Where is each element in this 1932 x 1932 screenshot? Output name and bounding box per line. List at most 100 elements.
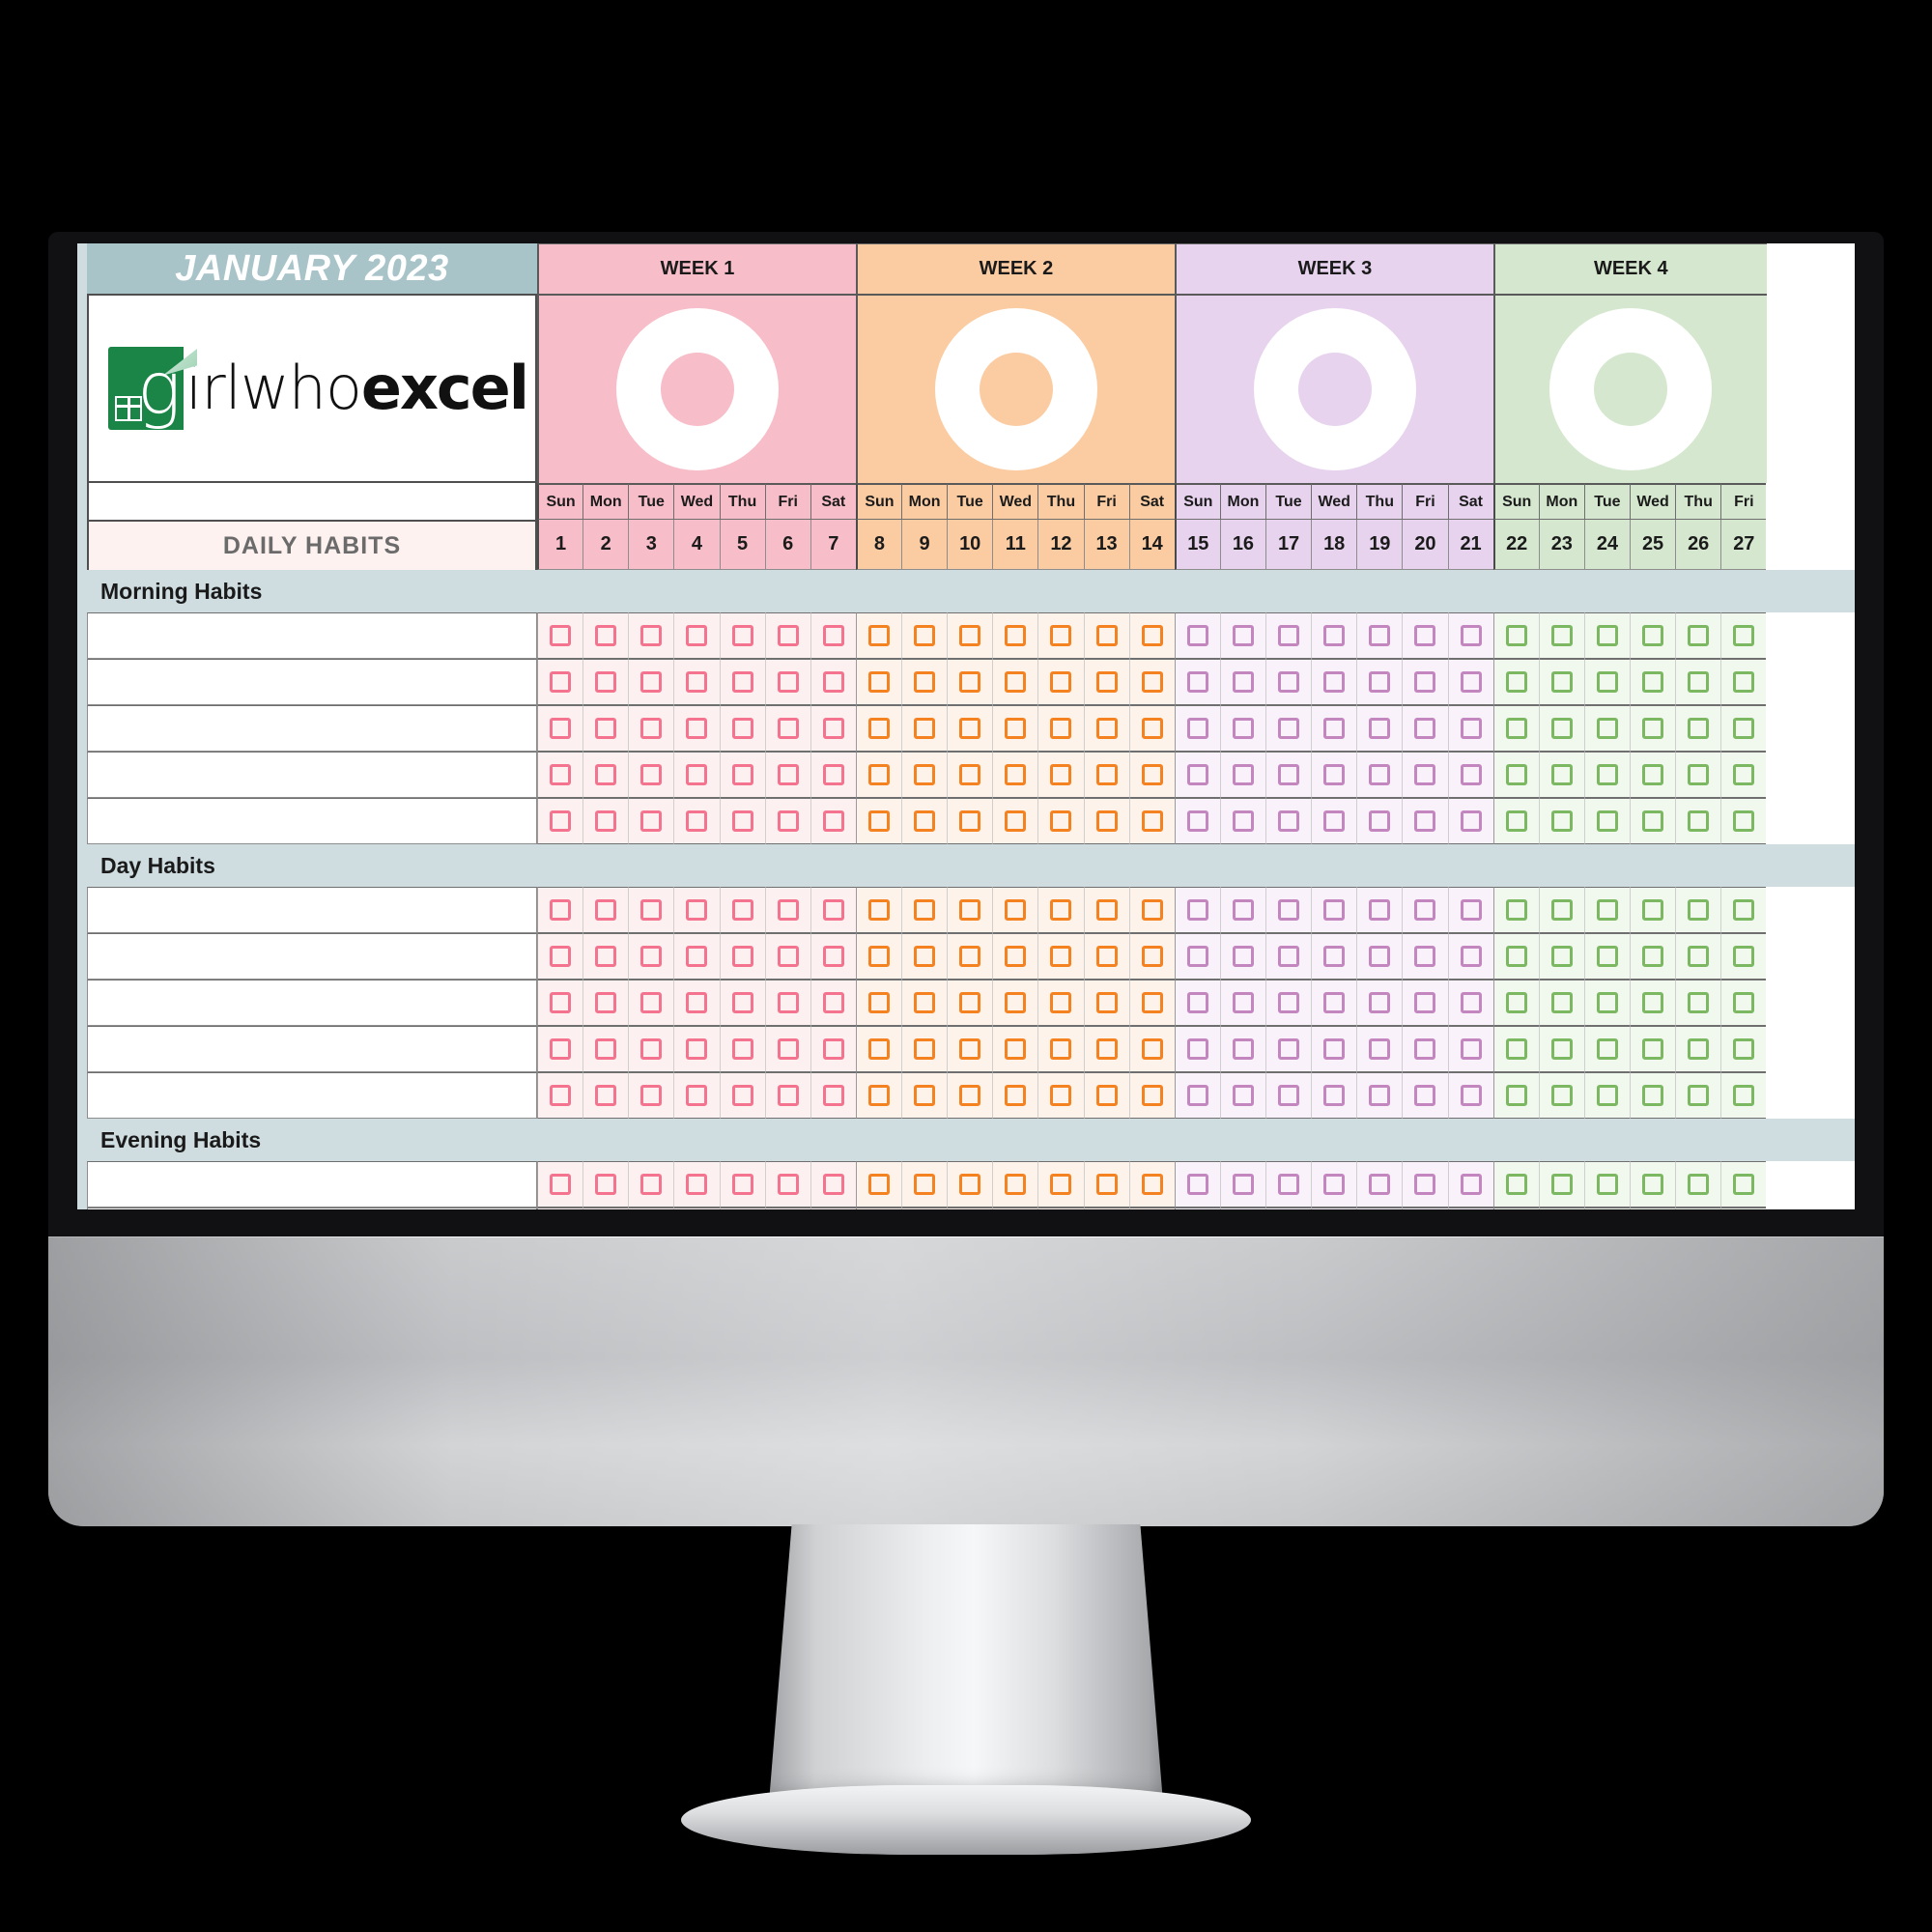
habit-checkbox[interactable] <box>595 1174 617 1195</box>
habit-checkbox[interactable] <box>595 1038 617 1060</box>
habit-checkbox-cell[interactable] <box>1538 752 1584 798</box>
habit-checkbox-cell[interactable] <box>1037 612 1084 659</box>
habit-checkbox-cell[interactable] <box>1630 798 1676 844</box>
habit-checkbox[interactable] <box>1596 718 1618 739</box>
habit-name-input[interactable] <box>87 659 537 705</box>
habit-checkbox-cell[interactable] <box>1128 798 1175 844</box>
habit-checkbox[interactable] <box>1323 1038 1346 1060</box>
habit-checkbox-cell[interactable] <box>1174 933 1220 980</box>
habit-checkbox-cell[interactable] <box>1356 933 1403 980</box>
habit-checkbox[interactable] <box>1141 764 1163 785</box>
habit-checkbox[interactable] <box>1414 1174 1436 1195</box>
habit-checkbox[interactable] <box>686 1174 708 1195</box>
habit-checkbox-cell[interactable] <box>1583 980 1630 1026</box>
habit-checkbox-cell[interactable] <box>1492 1161 1539 1208</box>
habit-checkbox-cell[interactable] <box>810 705 856 752</box>
habit-checkbox-cell[interactable] <box>1174 1072 1220 1119</box>
habit-checkbox[interactable] <box>595 1085 617 1106</box>
habit-checkbox-cell[interactable] <box>1720 1161 1767 1208</box>
habit-checkbox[interactable] <box>1186 810 1208 832</box>
habit-checkbox[interactable] <box>1050 946 1072 967</box>
habit-checkbox[interactable] <box>1733 1174 1755 1195</box>
habit-checkbox-cell[interactable] <box>1219 887 1265 933</box>
habit-checkbox-cell[interactable] <box>1128 1072 1175 1119</box>
habit-checkbox[interactable] <box>1688 1085 1710 1106</box>
habit-checkbox-cell[interactable] <box>719 612 765 659</box>
habit-checkbox-cell[interactable] <box>673 1072 720 1119</box>
habit-checkbox[interactable] <box>1596 946 1618 967</box>
habit-checkbox[interactable] <box>914 625 936 646</box>
habit-checkbox[interactable] <box>822 810 844 832</box>
habit-checkbox-cell[interactable] <box>1675 1208 1721 1209</box>
habit-checkbox-cell[interactable] <box>764 887 810 933</box>
habit-checkbox[interactable] <box>959 1085 981 1106</box>
habit-checkbox[interactable] <box>777 992 799 1013</box>
habit-checkbox[interactable] <box>1550 1038 1573 1060</box>
habit-checkbox-cell[interactable] <box>582 798 629 844</box>
habit-checkbox-cell[interactable] <box>855 887 901 933</box>
habit-checkbox[interactable] <box>914 992 936 1013</box>
habit-checkbox-cell[interactable] <box>1583 1026 1630 1072</box>
habit-checkbox[interactable] <box>1596 810 1618 832</box>
habit-checkbox-cell[interactable] <box>1492 798 1539 844</box>
habit-checkbox-cell[interactable] <box>582 1026 629 1072</box>
habit-checkbox[interactable] <box>686 718 708 739</box>
habit-checkbox[interactable] <box>1369 625 1391 646</box>
habit-checkbox-cell[interactable] <box>1675 980 1721 1026</box>
habit-checkbox-cell[interactable] <box>1402 887 1448 933</box>
habit-checkbox[interactable] <box>914 946 936 967</box>
habit-checkbox[interactable] <box>867 810 890 832</box>
habit-checkbox-cell[interactable] <box>1174 612 1220 659</box>
habit-checkbox[interactable] <box>1278 1174 1300 1195</box>
habit-checkbox-cell[interactable] <box>537 1161 583 1208</box>
habit-checkbox-cell[interactable] <box>1037 1026 1084 1072</box>
habit-checkbox[interactable] <box>731 810 753 832</box>
habit-checkbox-cell[interactable] <box>810 752 856 798</box>
habit-checkbox-cell[interactable] <box>1219 798 1265 844</box>
habit-checkbox-cell[interactable] <box>719 752 765 798</box>
habit-checkbox[interactable] <box>1642 810 1664 832</box>
habit-name-input[interactable] <box>87 705 537 752</box>
habit-checkbox[interactable] <box>777 946 799 967</box>
habit-checkbox[interactable] <box>1505 1085 1527 1106</box>
habit-checkbox-cell[interactable] <box>1128 933 1175 980</box>
habit-checkbox[interactable] <box>1596 992 1618 1013</box>
habit-name-input[interactable] <box>87 980 537 1026</box>
habit-checkbox-cell[interactable] <box>1492 933 1539 980</box>
habit-checkbox[interactable] <box>1095 946 1118 967</box>
habit-checkbox[interactable] <box>640 1085 663 1106</box>
habit-checkbox[interactable] <box>914 899 936 921</box>
habit-checkbox-cell[interactable] <box>1538 1161 1584 1208</box>
habit-checkbox-cell[interactable] <box>1265 659 1312 705</box>
habit-checkbox-cell[interactable] <box>1402 1072 1448 1119</box>
habit-checkbox[interactable] <box>1688 764 1710 785</box>
habit-name-input[interactable] <box>87 1161 537 1208</box>
habit-checkbox[interactable] <box>914 1085 936 1106</box>
habit-checkbox[interactable] <box>1323 1174 1346 1195</box>
habit-checkbox[interactable] <box>731 1174 753 1195</box>
habit-checkbox-cell[interactable] <box>1356 612 1403 659</box>
habit-checkbox[interactable] <box>822 1085 844 1106</box>
habit-checkbox-cell[interactable] <box>1174 1208 1220 1209</box>
habit-checkbox[interactable] <box>1050 992 1072 1013</box>
habit-checkbox[interactable] <box>867 671 890 693</box>
habit-checkbox-cell[interactable] <box>1538 980 1584 1026</box>
habit-checkbox-cell[interactable] <box>1402 1026 1448 1072</box>
habit-checkbox-cell[interactable] <box>1083 887 1129 933</box>
habit-checkbox[interactable] <box>867 992 890 1013</box>
habit-checkbox[interactable] <box>1642 1174 1664 1195</box>
habit-checkbox[interactable] <box>1323 625 1346 646</box>
habit-checkbox[interactable] <box>777 810 799 832</box>
habit-checkbox-cell[interactable] <box>1538 1026 1584 1072</box>
habit-checkbox[interactable] <box>1688 718 1710 739</box>
habit-checkbox-cell[interactable] <box>855 1208 901 1209</box>
habit-checkbox-cell[interactable] <box>1583 1072 1630 1119</box>
habit-checkbox[interactable] <box>1095 1085 1118 1106</box>
habit-checkbox-cell[interactable] <box>1630 1026 1676 1072</box>
habit-checkbox[interactable] <box>1005 1038 1027 1060</box>
habit-checkbox[interactable] <box>1278 810 1300 832</box>
habit-checkbox[interactable] <box>1005 1174 1027 1195</box>
habit-checkbox[interactable] <box>1733 671 1755 693</box>
habit-checkbox-cell[interactable] <box>537 612 583 659</box>
habit-checkbox[interactable] <box>1733 899 1755 921</box>
